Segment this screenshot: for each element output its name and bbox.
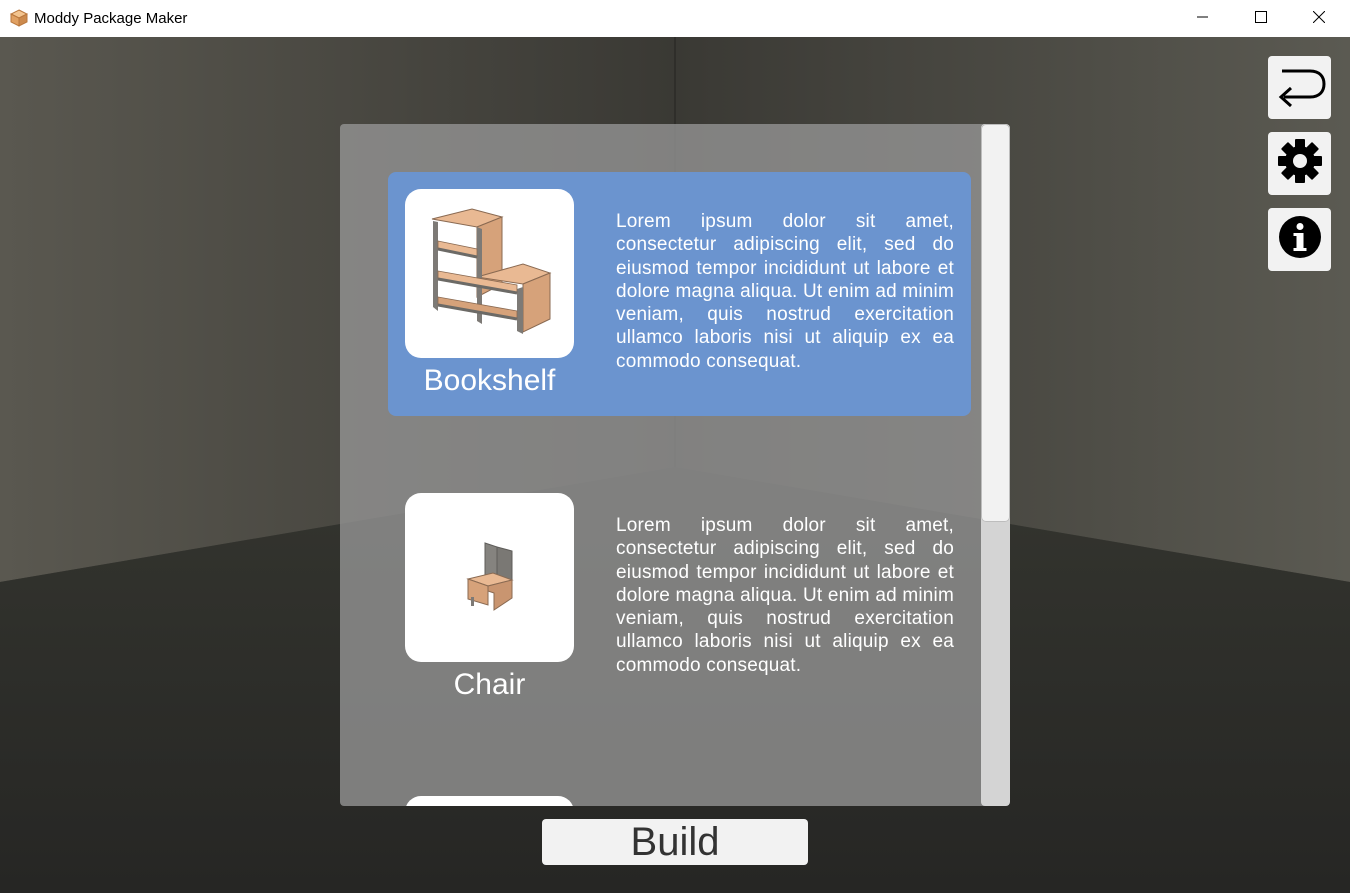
item-name: Bookshelf: [423, 364, 556, 397]
close-icon: [1312, 10, 1326, 28]
item-description: Lorem ipsum dolor sit amet, consectetur …: [616, 515, 954, 676]
scrollbar-thumb[interactable]: [981, 124, 1010, 522]
app-window: Moddy Package Maker Bookshelf Lorem ipsu…: [0, 0, 1350, 893]
room-scene: Bookshelf Lorem ipsum dolor sit amet, co…: [0, 37, 1350, 893]
info-button[interactable]: [1268, 208, 1331, 271]
settings-button[interactable]: [1268, 132, 1331, 195]
list-item-partial[interactable]: [405, 796, 574, 806]
list-item-bookshelf[interactable]: Bookshelf Lorem ipsum dolor sit amet, co…: [388, 172, 971, 416]
minimize-icon: [1197, 10, 1209, 28]
gear-icon: [1277, 138, 1323, 189]
return-arrow-icon: [1272, 63, 1328, 112]
minimize-button[interactable]: [1174, 0, 1232, 37]
window-title: Moddy Package Maker: [34, 10, 188, 27]
maximize-icon: [1255, 10, 1267, 28]
list-item-chair[interactable]: Chair Lorem ipsum dolor sit amet, consec…: [388, 476, 971, 720]
bookshelf-thumbnail: [405, 189, 574, 358]
title-bar[interactable]: Moddy Package Maker: [0, 0, 1350, 37]
build-button[interactable]: Build: [542, 819, 808, 865]
package-box-icon: [9, 9, 29, 27]
maximize-button[interactable]: [1232, 0, 1290, 37]
info-icon: [1278, 215, 1322, 264]
chair-thumbnail: [405, 493, 574, 662]
item-list-panel[interactable]: Bookshelf Lorem ipsum dolor sit amet, co…: [340, 124, 1010, 806]
item-name: Chair: [453, 668, 526, 701]
close-button[interactable]: [1290, 0, 1348, 37]
back-button[interactable]: [1268, 56, 1331, 119]
item-description: Lorem ipsum dolor sit amet, consectetur …: [616, 211, 954, 372]
